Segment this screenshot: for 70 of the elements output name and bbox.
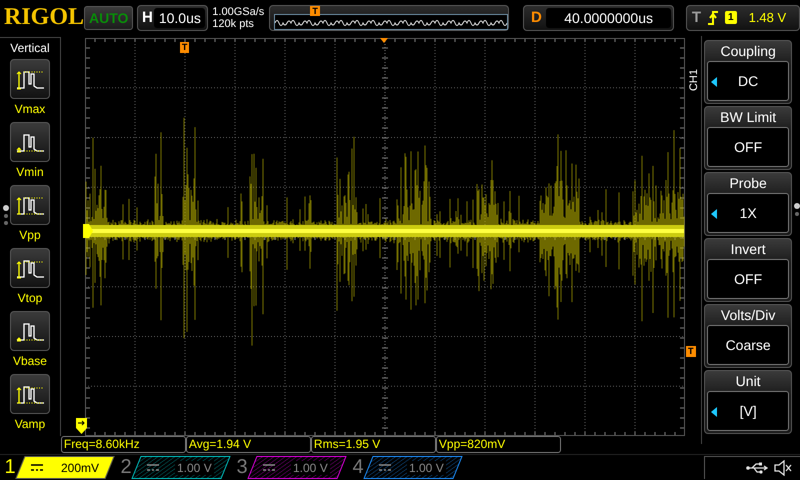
delay-label: D bbox=[530, 9, 543, 26]
channel-scale: 1.00 V bbox=[407, 460, 446, 475]
dc-coupling-icon bbox=[31, 464, 43, 472]
trigger-box[interactable]: T 1 1.48 V bbox=[686, 4, 800, 31]
channel-marker-icon bbox=[82, 224, 93, 238]
channel-label: CH1 bbox=[688, 68, 700, 91]
measure-button[interactable] bbox=[10, 58, 50, 99]
menu-softkey[interactable]: Coupling DC bbox=[704, 40, 792, 104]
softkey-value: OFF bbox=[734, 270, 762, 287]
menu-softkey[interactable]: Invert OFF bbox=[704, 238, 792, 302]
rising-edge-icon bbox=[707, 10, 720, 26]
measurement-readout: Vpp=820mV bbox=[436, 436, 561, 453]
timebase-box[interactable]: H 10.0us bbox=[137, 4, 208, 31]
measure-label: Vamp bbox=[14, 416, 46, 433]
softkey-value: DC bbox=[738, 72, 758, 89]
memory-waveform-icon bbox=[274, 14, 508, 30]
measure-button[interactable] bbox=[10, 122, 50, 162]
timebase-label: H bbox=[141, 9, 154, 26]
softkey-title: Invert bbox=[730, 240, 767, 259]
usb-icon bbox=[746, 462, 768, 474]
measurement-readout: Avg=1.94 V bbox=[186, 436, 311, 453]
trigger-time-marker: T bbox=[180, 42, 190, 53]
dc-coupling-icon bbox=[263, 464, 275, 472]
dc-coupling-icon bbox=[379, 464, 391, 472]
menu-title: Vertical bbox=[10, 40, 50, 55]
channel-tab[interactable]: 1.00 V bbox=[363, 456, 463, 480]
trigger-level-marker: T bbox=[686, 346, 696, 357]
measure-button[interactable] bbox=[10, 248, 50, 288]
measure-label: Vbase bbox=[12, 352, 47, 370]
softkey-title: Probe bbox=[728, 174, 768, 193]
menu-softkey[interactable]: Probe 1X bbox=[704, 172, 792, 236]
measure-label: Vmin bbox=[16, 164, 44, 181]
trigger-position-marker: T bbox=[310, 6, 320, 16]
muted-speaker-icon bbox=[774, 460, 792, 476]
softkey-title: Coupling bbox=[720, 42, 777, 61]
memory-depth: 120k pts bbox=[212, 18, 255, 30]
trigger-level: 1.48 V bbox=[748, 10, 786, 26]
softkey-title: BW Limit bbox=[719, 108, 778, 127]
channel-tab[interactable]: 1.00 V bbox=[247, 456, 347, 480]
channel-scale: 200mV bbox=[59, 460, 102, 475]
channel-scale: 1.00 V bbox=[291, 460, 330, 475]
softkey-value: [V] bbox=[740, 402, 757, 419]
measure-label: Vpp bbox=[19, 226, 41, 244]
softkey-value: OFF bbox=[734, 138, 762, 155]
sample-rate: 1.00GSa/s bbox=[212, 6, 266, 18]
measure-button[interactable] bbox=[10, 374, 50, 414]
trigger-label: T bbox=[692, 9, 702, 26]
timebase-value: 10.0us bbox=[154, 8, 206, 28]
measurement-readout: Rms=1.95 V bbox=[310, 436, 436, 453]
offset-marker-icon bbox=[76, 418, 87, 434]
measurement-readout: Freq=8.60kHz bbox=[60, 436, 186, 453]
channel-tab[interactable]: 1.00 V bbox=[131, 456, 231, 480]
softkey-title: Unit bbox=[734, 372, 762, 391]
menu-softkey[interactable]: Unit [V] bbox=[704, 370, 792, 434]
measure-label: Vmax bbox=[14, 100, 46, 118]
delay-value: 40.0000000us bbox=[546, 8, 671, 28]
measure-button[interactable] bbox=[10, 310, 50, 351]
channel-scale: 1.00 V bbox=[175, 460, 214, 475]
dc-coupling-icon bbox=[147, 464, 159, 472]
trigger-source-badge: 1 bbox=[725, 11, 737, 24]
channel-tab[interactable]: 200mV bbox=[15, 456, 115, 480]
measure-label: Vtop bbox=[18, 290, 42, 307]
menu-softkey[interactable]: BW Limit OFF bbox=[704, 106, 792, 170]
trigger-position-icon bbox=[380, 38, 388, 43]
softkey-value: 1X bbox=[740, 204, 757, 221]
measure-button[interactable] bbox=[10, 184, 50, 225]
delay-box[interactable]: D 40.0000000us bbox=[523, 4, 674, 31]
menu-softkey[interactable]: Volts/Div Coarse bbox=[704, 304, 792, 368]
softkey-value: Coarse bbox=[726, 336, 771, 353]
softkey-title: Volts/Div bbox=[720, 306, 776, 325]
